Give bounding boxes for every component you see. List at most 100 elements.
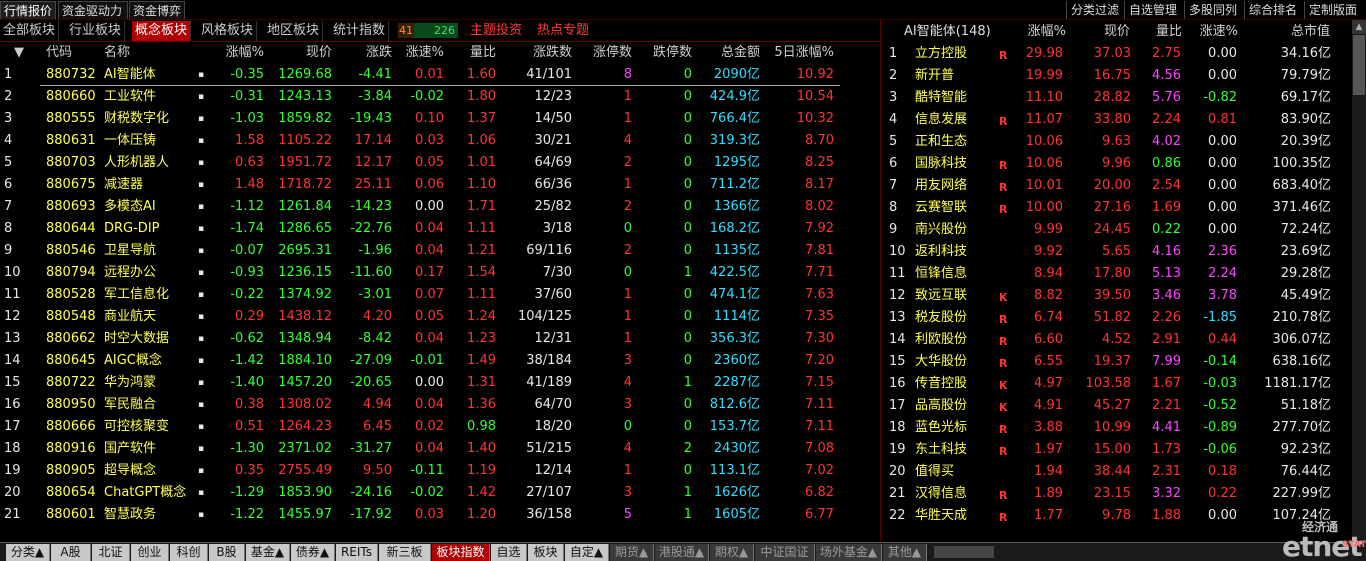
list-item[interactable]: 8 云赛智联 R 10.00 27.16 1.69 0.00 371.46亿 — [881, 197, 1351, 219]
table-row[interactable]: 7 880693 多模态AI -1.12 1261.84 -14.23 0.00 1.71 25… — [0, 196, 840, 218]
table-row[interactable]: 19 880905 超导概念 0.35 2755.49 9.50 -0.11 1.19 12/1… — [0, 460, 840, 482]
tab-style-sectors[interactable]: 风格板块 — [198, 21, 258, 41]
col-up-down-header[interactable]: 涨跌数 — [508, 43, 572, 63]
list-item[interactable]: 6 国脉科技 R 10.06 9.96 0.86 0.00 100.35亿 — [881, 153, 1351, 175]
bottom-tab-13[interactable]: 自定▲ — [565, 544, 609, 561]
table-row[interactable]: 18 880916 国产软件 -1.30 2371.02 -31.27 0.04 1.40 51… — [0, 438, 840, 460]
col-name-header[interactable]: 名称 — [104, 43, 184, 63]
list-item[interactable]: 18 蓝色光标 R 3.88 10.99 4.41 -0.89 277.70亿 — [881, 417, 1351, 439]
link-watchlist-manage[interactable]: 自选管理 — [1124, 1, 1181, 19]
col-change-header[interactable]: 涨跌 — [336, 43, 392, 63]
list-item[interactable]: 10 返利科技 9.92 5.65 4.16 2.36 23.69亿 — [881, 241, 1351, 263]
tab-capital-game[interactable]: 资金博弈 — [129, 1, 185, 19]
table-row[interactable]: 17 880666 可控核聚变 0.51 1264.23 6.45 0.02 0.98 18/2… — [0, 416, 840, 438]
table-row[interactable]: 1 880732 AI智能体 -0.35 1269.68 -4.41 0.01 1.60 41/… — [0, 64, 840, 86]
bottom-tab-11[interactable]: 自选 — [491, 544, 527, 561]
table-row[interactable]: 9 880546 卫星导航 -0.07 2695.31 -1.96 0.04 1.21 69/1… — [0, 240, 840, 262]
rcol-speed-header[interactable]: 涨速% — [1186, 22, 1238, 42]
link-category-filter[interactable]: 分类过滤 — [1066, 1, 1123, 19]
table-row[interactable]: 15 880722 华为鸿蒙 -1.40 1457.20 -20.65 0.00 1.31 41… — [0, 372, 840, 394]
list-item[interactable]: 12 致远互联 K 8.82 39.50 3.46 3.78 45.49亿 — [881, 285, 1351, 307]
bottom-tab-18[interactable]: 场外基金▲ — [816, 544, 882, 561]
bottom-tab-8[interactable]: REITs — [336, 544, 378, 561]
list-item[interactable]: 4 信息发展 R 11.07 33.80 2.24 0.81 83.90亿 — [881, 109, 1351, 131]
horizontal-scrollbar[interactable] — [934, 546, 994, 558]
col-amount-header[interactable]: 总金额 — [700, 43, 760, 63]
table-row[interactable]: 2 880660 工业软件 -0.31 1243.13 -3.84 -0.02 1.80 12/… — [0, 86, 840, 108]
list-item[interactable]: 13 税友股份 R 6.74 51.82 2.26 -1.85 210.78亿 — [881, 307, 1351, 329]
bottom-tab-3[interactable]: 创业 — [131, 544, 169, 561]
link-multi-stock[interactable]: 多股同列 — [1184, 1, 1241, 19]
table-row[interactable]: 12 880548 商业航天 0.29 1438.12 4.20 0.05 1.24 104/1… — [0, 306, 840, 328]
link-overall-rank[interactable]: 综合排名 — [1244, 1, 1301, 19]
col-code-header[interactable]: 代码 — [46, 43, 96, 63]
col-price-header[interactable]: 现价 — [268, 43, 332, 63]
table-row[interactable]: 11 880528 军工信息化 -0.22 1374.92 -3.01 0.07 1.11 37… — [0, 284, 840, 306]
tab-capital-drive[interactable]: 资金驱动力 — [58, 1, 128, 19]
tab-region-sectors[interactable]: 地区板块 — [264, 21, 324, 41]
list-item[interactable]: 3 酷特智能 11.10 28.82 5.76 -0.82 69.17亿 — [881, 87, 1351, 109]
table-row[interactable]: 14 880645 AIGC概念 -1.42 1884.10 -27.09 -0.01 1.4… — [0, 350, 840, 372]
list-item[interactable]: 14 利欧股份 R 6.60 4.52 2.91 0.44 306.07亿 — [881, 329, 1351, 351]
bottom-tab-9[interactable]: 新三板▲ — [379, 544, 431, 561]
table-row[interactable]: 13 880662 时空大数据 -0.62 1348.94 -8.42 0.04 1.23 12… — [0, 328, 840, 350]
list-item[interactable]: 17 品高股份 K 4.91 45.27 2.21 -0.52 51.18亿 — [881, 395, 1351, 417]
list-item[interactable]: 11 恒锋信息 8.94 17.80 5.13 2.24 29.28亿 — [881, 263, 1351, 285]
table-row[interactable]: 4 880631 一体压铸 1.58 1105.22 17.14 0.03 1.06 30/21… — [0, 130, 840, 152]
table-row[interactable]: 8 880644 DRG-DIP -1.74 1286.65 -22.76 0.04 1.11… — [0, 218, 840, 240]
link-hot-topics[interactable]: 热点专题 — [537, 21, 589, 41]
bottom-tab-7[interactable]: 债券▲ — [291, 544, 335, 561]
list-item[interactable]: 20 值得买 1.94 38.44 2.31 0.18 76.44亿 — [881, 461, 1351, 483]
bottom-tab-5[interactable]: B股 — [209, 544, 245, 561]
table-row[interactable]: 6 880675 减速器 1.48 1718.72 25.11 0.06 1.10 66/36 1… — [0, 174, 840, 196]
list-item[interactable]: 5 正和生态 10.06 9.63 4.02 0.00 20.39亿 — [881, 131, 1351, 153]
tab-industry-sectors[interactable]: 行业板块 — [66, 21, 126, 41]
link-theme-invest[interactable]: 主题投资 — [470, 21, 522, 41]
list-item[interactable]: 1 立方控股 R 29.98 37.03 2.75 0.00 34.16亿 — [881, 43, 1351, 65]
list-item[interactable]: 7 用友网络 R 10.01 20.00 2.54 0.00 683.40亿 — [881, 175, 1351, 197]
table-row[interactable]: 16 880950 军民融合 0.38 1308.02 4.94 0.04 1.36 64/70… — [0, 394, 840, 416]
table-row[interactable]: 20 880654 ChatGPT概念 -1.29 1853.90 -24.16 -0.02… — [0, 482, 840, 504]
tab-all-sectors[interactable]: 全部板块 — [0, 21, 60, 41]
bottom-tab-19[interactable]: 其他▲ — [883, 544, 927, 561]
table-row[interactable]: 3 880555 财税数字化 -1.03 1859.82 -19.43 0.10 1.37 14… — [0, 108, 840, 130]
bottom-tab-4[interactable]: 科创 — [170, 544, 208, 561]
bottom-tab-10[interactable]: 板块指数 — [432, 544, 490, 561]
table-row[interactable]: 10 880794 远程办公 -0.93 1236.15 -11.60 0.17 1.54 7/… — [0, 262, 840, 284]
col-limit-down-header[interactable]: 跌停数 — [636, 43, 692, 63]
list-item[interactable]: 16 传音控股 K 4.97 103.58 1.67 -0.03 1181.17亿 — [881, 373, 1351, 395]
col-change-pct-header[interactable]: 涨幅% — [200, 43, 264, 63]
rcol-price-header[interactable]: 现价 — [1076, 22, 1130, 42]
list-item[interactable]: 19 东土科技 R 1.97 15.00 1.73 -0.06 92.23亿 — [881, 439, 1351, 461]
tab-stat-index[interactable]: 统计指数 — [330, 21, 390, 41]
scroll-thumb[interactable] — [1353, 35, 1365, 95]
col-5day-header[interactable]: 5日涨幅% — [762, 43, 834, 63]
list-item[interactable]: 15 大华股份 R 6.55 19.37 7.99 -0.14 638.16亿 — [881, 351, 1351, 373]
list-item[interactable]: 9 南兴股份 9.99 24.45 0.22 0.00 72.24亿 — [881, 219, 1351, 241]
col-speed-header[interactable]: 涨速% — [396, 43, 444, 63]
col-limit-up-header[interactable]: 涨停数 — [576, 43, 632, 63]
table-row[interactable]: 21 880601 智慧政务 -1.22 1455.97 -17.92 0.03 1.20 36… — [0, 504, 840, 526]
bottom-tab-6[interactable]: 基金▲ — [246, 544, 290, 561]
bottom-tab-15[interactable]: 港股通▲ — [655, 544, 709, 561]
rcol-market-cap-header[interactable]: 总市值 — [1244, 22, 1330, 42]
scroll-up-icon[interactable]: ▲ — [1352, 20, 1366, 34]
list-item[interactable]: 22 华胜天成 R 1.77 9.78 1.88 0.00 107.24亿 — [881, 505, 1351, 527]
col-volume-ratio-header[interactable]: 量比 — [448, 43, 496, 63]
bottom-tab-12[interactable]: 板块 — [528, 544, 564, 561]
bottom-tab-17[interactable]: 中证国证▲ — [755, 544, 815, 561]
tab-concept-sectors[interactable]: 概念板块 — [132, 21, 192, 41]
vertical-scrollbar[interactable]: ▲ — [1352, 20, 1366, 542]
bottom-tab-16[interactable]: 期权▲ — [710, 544, 754, 561]
table-row[interactable]: 5 880703 人形机器人 0.63 1951.72 12.17 0.05 1.01 64/6… — [0, 152, 840, 174]
list-item[interactable]: 2 新开普 19.99 16.75 4.56 0.00 79.79亿 — [881, 65, 1351, 87]
bottom-tab-1[interactable]: A股 — [51, 544, 91, 561]
bottom-tab-0[interactable]: 分类▲ — [6, 544, 50, 561]
list-item[interactable]: 21 汉得信息 R 1.89 23.15 3.32 0.22 227.99亿 — [881, 483, 1351, 505]
rcol-change-pct-header[interactable]: 涨幅% — [1010, 22, 1066, 42]
link-custom-layout[interactable]: 定制版面 — [1304, 1, 1361, 19]
rcol-volume-ratio-header[interactable]: 量比 — [1130, 22, 1182, 42]
bottom-tab-14[interactable]: 期货▲ — [610, 544, 654, 561]
sort-arrow-icon[interactable]: ▼ — [14, 43, 28, 63]
bottom-tab-2[interactable]: 北证 — [92, 544, 130, 561]
